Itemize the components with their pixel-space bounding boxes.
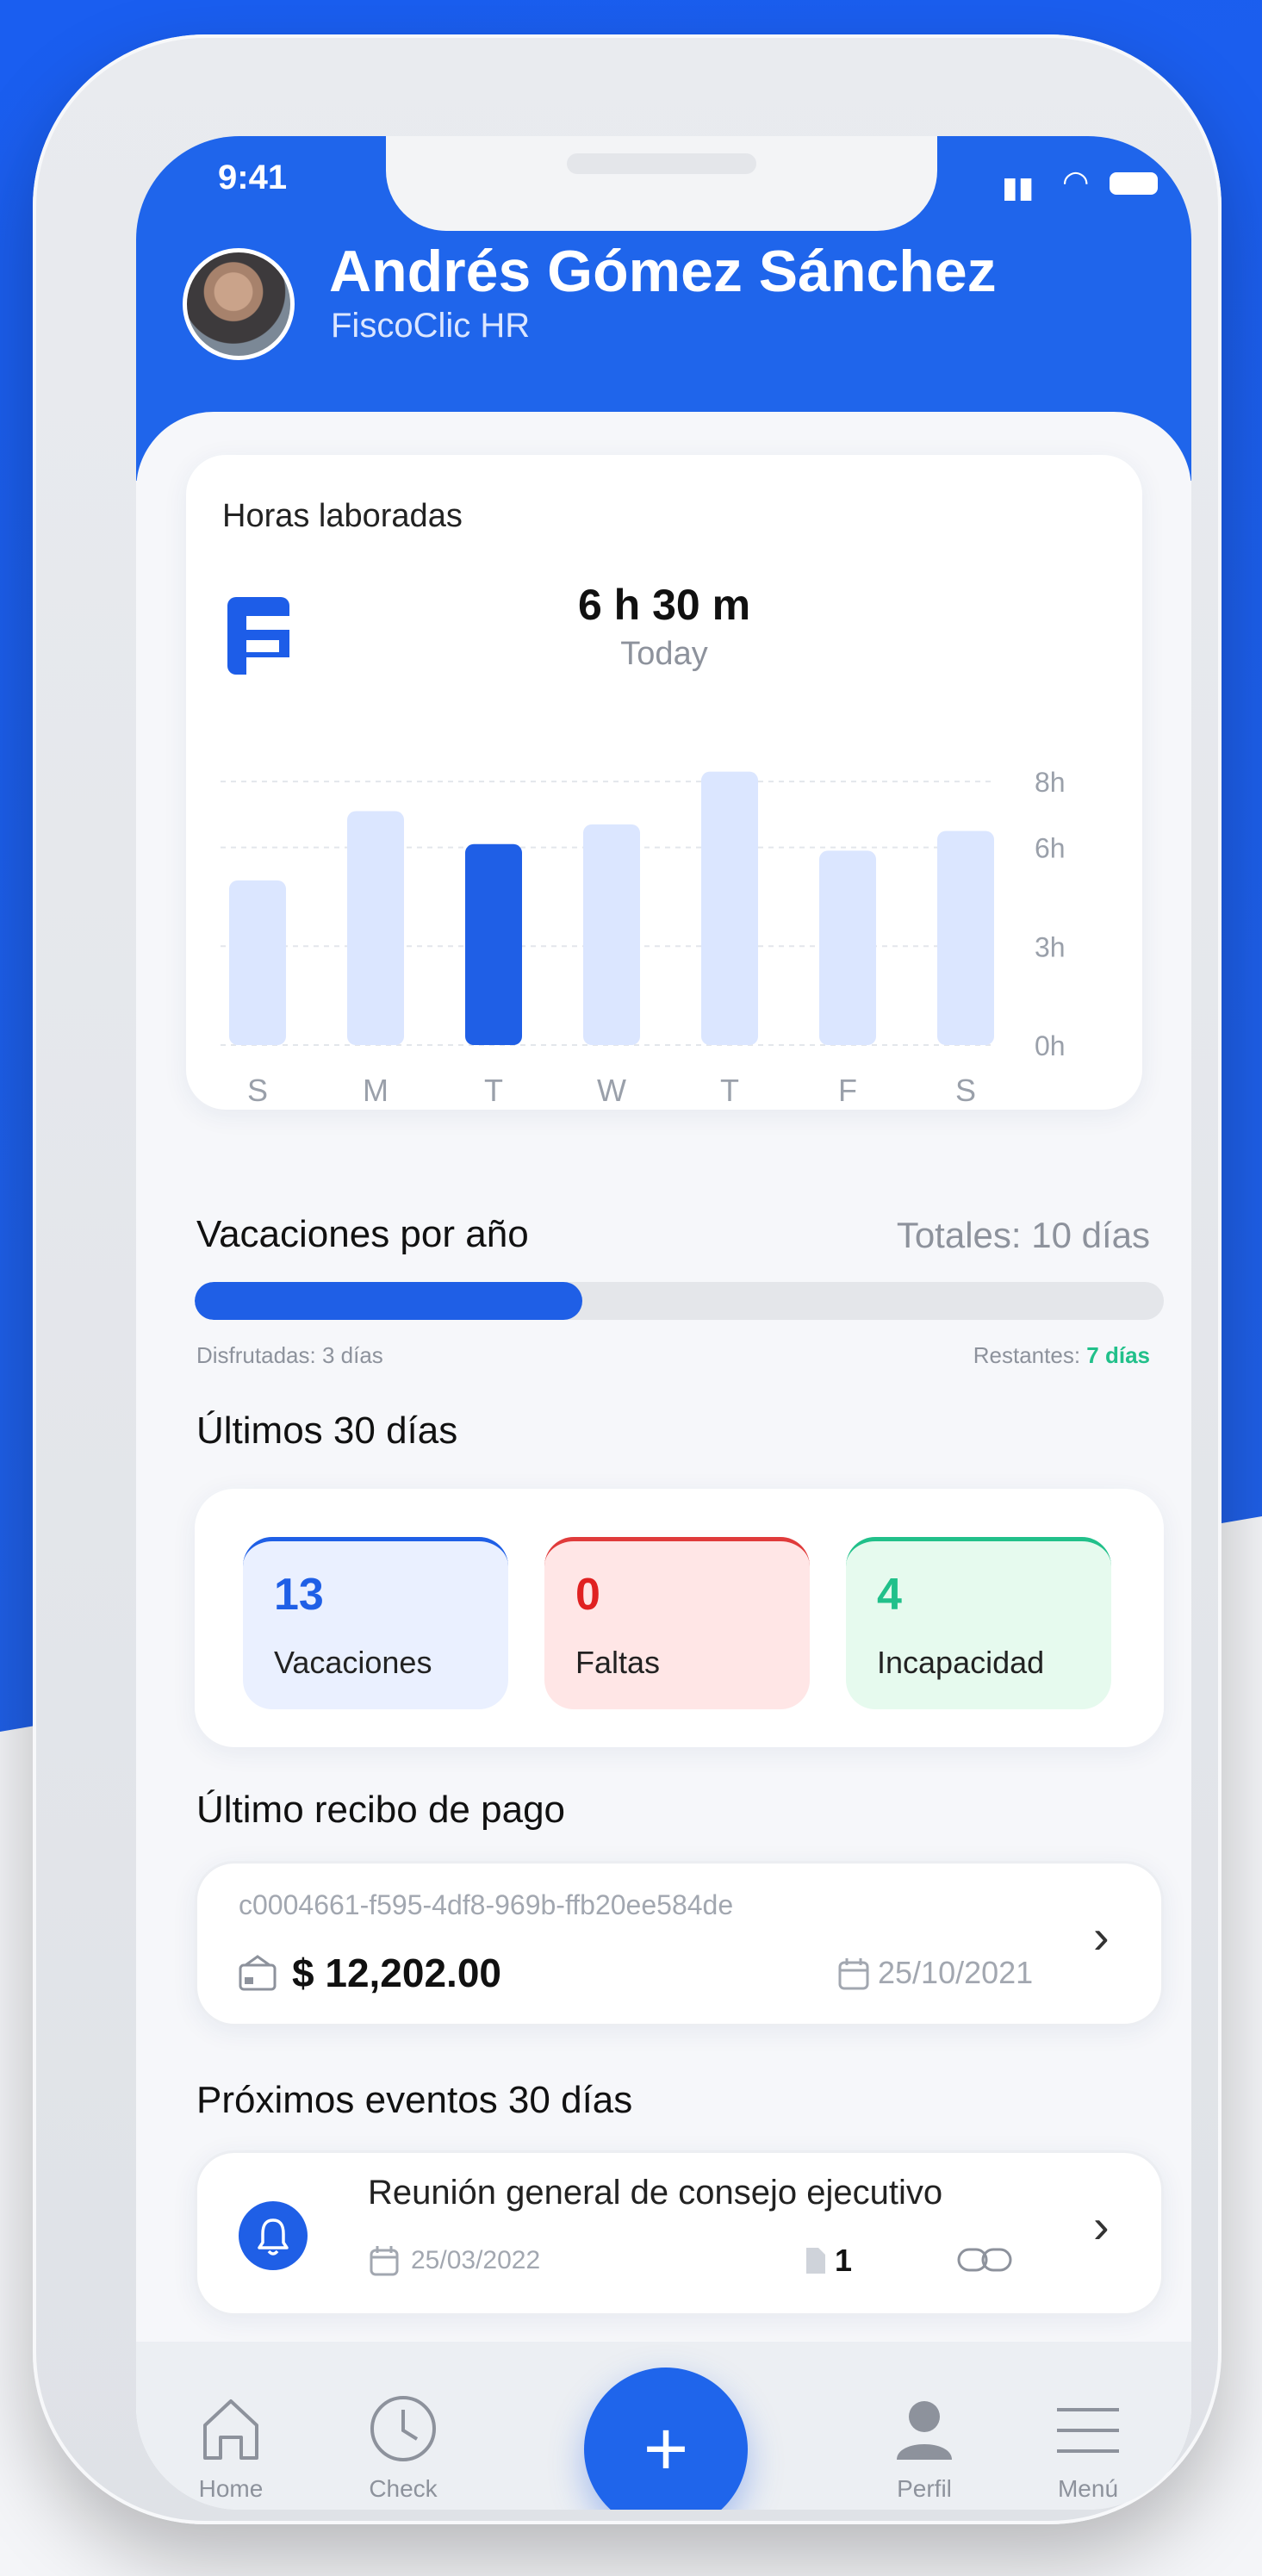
chevron-right-icon[interactable]: ›: [1093, 1908, 1110, 1964]
status-icons: ▮▮ ◠: [1002, 164, 1166, 204]
y-tick-label: 8h: [1035, 767, 1066, 798]
chevron-right-icon[interactable]: ›: [1093, 2198, 1110, 2254]
receipt-icon: [239, 1955, 277, 1991]
x-tick-label: T: [720, 1073, 739, 1108]
tab-label: Home: [198, 2475, 264, 2502]
receipt-card[interactable]: c0004661-f595-4df8-969b-ffb20ee584de $ 1…: [195, 1861, 1164, 2026]
bar-5[interactable]: [819, 850, 876, 1045]
stat-value: 13: [274, 1570, 324, 1620]
user-name: Andrés Gómez Sánchez: [329, 239, 997, 304]
link-icon[interactable]: [955, 2243, 1016, 2277]
calendar-icon: [370, 2246, 399, 2276]
x-tick-label: W: [597, 1073, 626, 1108]
event-title: Reunión general de consejo ejecutivo: [368, 2174, 943, 2212]
vacations-progress: [195, 1282, 1164, 1320]
event-bell-badge: [239, 2201, 308, 2270]
bell-icon: [258, 2218, 289, 2256]
hours-bar-chart: 8h 6h 3h 0h S M T W T F S: [221, 767, 1066, 1108]
stat-label: Faltas: [575, 1645, 661, 1680]
battery-icon: [1110, 172, 1158, 195]
x-tick-label: S: [955, 1073, 976, 1108]
vacations-remaining-value: 7 días: [1086, 1342, 1150, 1368]
stat-vacaciones[interactable]: 13 Vacaciones: [243, 1537, 508, 1709]
tab-label: Check: [369, 2475, 438, 2502]
y-tick-label: 0h: [1035, 1030, 1066, 1061]
vacations-used: Disfrutadas: 3 días: [196, 1342, 383, 1368]
bar-6[interactable]: [937, 831, 994, 1045]
tab-label: Menú: [1057, 2475, 1119, 2502]
avatar[interactable]: [183, 248, 295, 360]
hours-card: Horas laboradas 6 h 30 m Today 8h 6h 3h 0h S…: [186, 455, 1142, 1110]
tab-home[interactable]: Home: [162, 2380, 300, 2502]
bar-3[interactable]: [583, 824, 640, 1045]
vacations-total: Totales: 10 días: [896, 1215, 1150, 1255]
tab-menu[interactable]: Menú: [1019, 2380, 1157, 2502]
y-tick-label: 3h: [1035, 931, 1066, 962]
wifi-icon: ◠: [1062, 164, 1090, 199]
stat-label: Vacaciones: [274, 1645, 432, 1680]
document-icon: [806, 2248, 825, 2274]
x-tick-label: T: [484, 1073, 503, 1108]
y-tick-label: 6h: [1035, 833, 1066, 864]
stat-label: Incapacidad: [877, 1645, 1045, 1680]
x-tick-label: S: [247, 1073, 268, 1108]
person-icon: [897, 2401, 952, 2460]
home-icon: [203, 2399, 258, 2460]
x-tick-label: M: [363, 1073, 389, 1108]
bar-4[interactable]: [701, 771, 758, 1045]
bar-1[interactable]: [347, 811, 404, 1045]
tab-label: Perfil: [897, 2475, 952, 2502]
stat-value: 0: [575, 1570, 600, 1620]
receipt-title: Último recibo de pago: [196, 1789, 566, 1831]
vacations-remaining-label: Restantes:: [973, 1342, 1087, 1368]
calendar-icon: [838, 1958, 869, 1990]
bar-0[interactable]: [229, 880, 286, 1045]
stat-value: 4: [877, 1570, 902, 1620]
phone-screen: 9:41 ▮▮ ◠ Andrés Gómez Sánchez FiscoClic…: [136, 136, 1191, 2510]
company-name: FiscoClic HR: [331, 307, 531, 345]
status-time: 9:41: [218, 159, 288, 196]
receipt-date: 25/10/2021: [878, 1955, 1034, 1990]
tab-perfil[interactable]: Perfil: [855, 2380, 993, 2502]
last30-card: 13 Vacaciones 0 Faltas 4 Incapacidad: [195, 1489, 1164, 1747]
event-card[interactable]: Reunión general de consejo ejecutivo 25/…: [195, 2150, 1164, 2316]
receipt-id: c0004661-f595-4df8-969b-ffb20ee584de: [239, 1889, 734, 1920]
stat-faltas[interactable]: 0 Faltas: [544, 1537, 810, 1709]
x-tick-label: F: [838, 1073, 857, 1108]
stat-incapacidad[interactable]: 4 Incapacidad: [846, 1537, 1111, 1709]
receipt-amount: $ 12,202.00: [292, 1951, 502, 1995]
event-date: 25/03/2022: [411, 2246, 541, 2274]
speaker-grille: [567, 153, 756, 174]
vacations-remaining: Restantes: 7 días: [973, 1342, 1150, 1369]
clock-icon: [370, 2396, 436, 2461]
menu-icon: [1057, 2408, 1119, 2453]
vacations-title: Vacaciones por año: [196, 1213, 529, 1255]
phone-notch: [386, 136, 937, 231]
last30-title: Últimos 30 días: [196, 1409, 458, 1452]
tab-check[interactable]: Check: [334, 2380, 472, 2502]
bar-2[interactable]: [465, 843, 522, 1045]
vacations-progress-fill: [195, 1282, 582, 1320]
phone-frame: 9:41 ▮▮ ◠ Andrés Gómez Sánchez FiscoClic…: [33, 34, 1222, 2524]
event-attachment-count: 1: [835, 2243, 853, 2278]
events-title: Próximos eventos 30 días: [196, 2079, 633, 2121]
signal-icon: ▮▮: [1002, 171, 1035, 204]
